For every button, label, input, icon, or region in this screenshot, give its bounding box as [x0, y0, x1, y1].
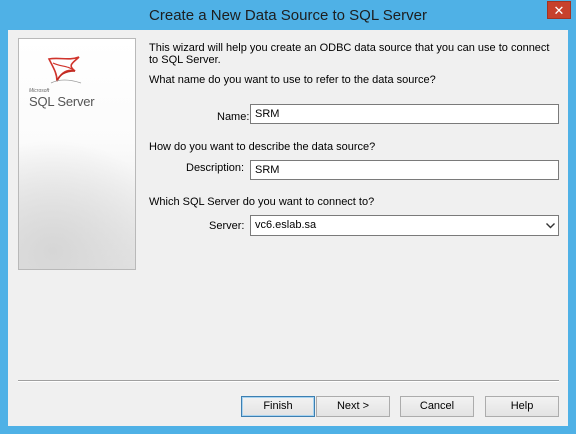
description-label: Description:	[186, 162, 245, 174]
help-button[interactable]: Help	[485, 396, 559, 417]
finish-button[interactable]: Finish	[241, 396, 315, 417]
intro-text: This wizard will help you create an ODBC…	[149, 42, 550, 66]
dialog-window: Create a New Data Source to SQL Server ✕…	[0, 0, 576, 434]
description-question: How do you want to describe the data sou…	[149, 141, 376, 153]
server-select[interactable]: vc6.eslab.sa	[250, 215, 559, 236]
window-title: Create a New Data Source to SQL Server	[149, 7, 427, 24]
next-button[interactable]: Next >	[316, 396, 390, 417]
name-label: Name:	[217, 111, 250, 123]
cancel-button[interactable]: Cancel	[400, 396, 474, 417]
server-label: Server:	[209, 220, 245, 232]
separator-highlight	[18, 381, 559, 382]
description-value: SRM	[255, 164, 280, 176]
chevron-down-icon[interactable]	[546, 223, 555, 229]
server-question: Which SQL Server do you want to connect …	[149, 196, 375, 208]
dialog-client-area: Microsoft SQL Server This wizard will he…	[8, 30, 568, 426]
close-button[interactable]: ✕	[547, 1, 571, 19]
banner-shade	[19, 139, 135, 269]
name-value: SRM	[255, 108, 280, 120]
sql-server-logo-icon	[47, 56, 82, 84]
sql-server-banner: Microsoft SQL Server	[18, 38, 136, 270]
server-value: vc6.eslab.sa	[255, 219, 317, 231]
brand-text: SQL Server	[29, 94, 95, 109]
description-input[interactable]: SRM	[250, 160, 559, 180]
close-icon: ✕	[553, 3, 565, 18]
name-input[interactable]: SRM	[250, 104, 559, 124]
title-bar[interactable]: Create a New Data Source to SQL Server ✕	[0, 0, 576, 30]
name-question: What name do you want to use to refer to…	[149, 74, 436, 86]
